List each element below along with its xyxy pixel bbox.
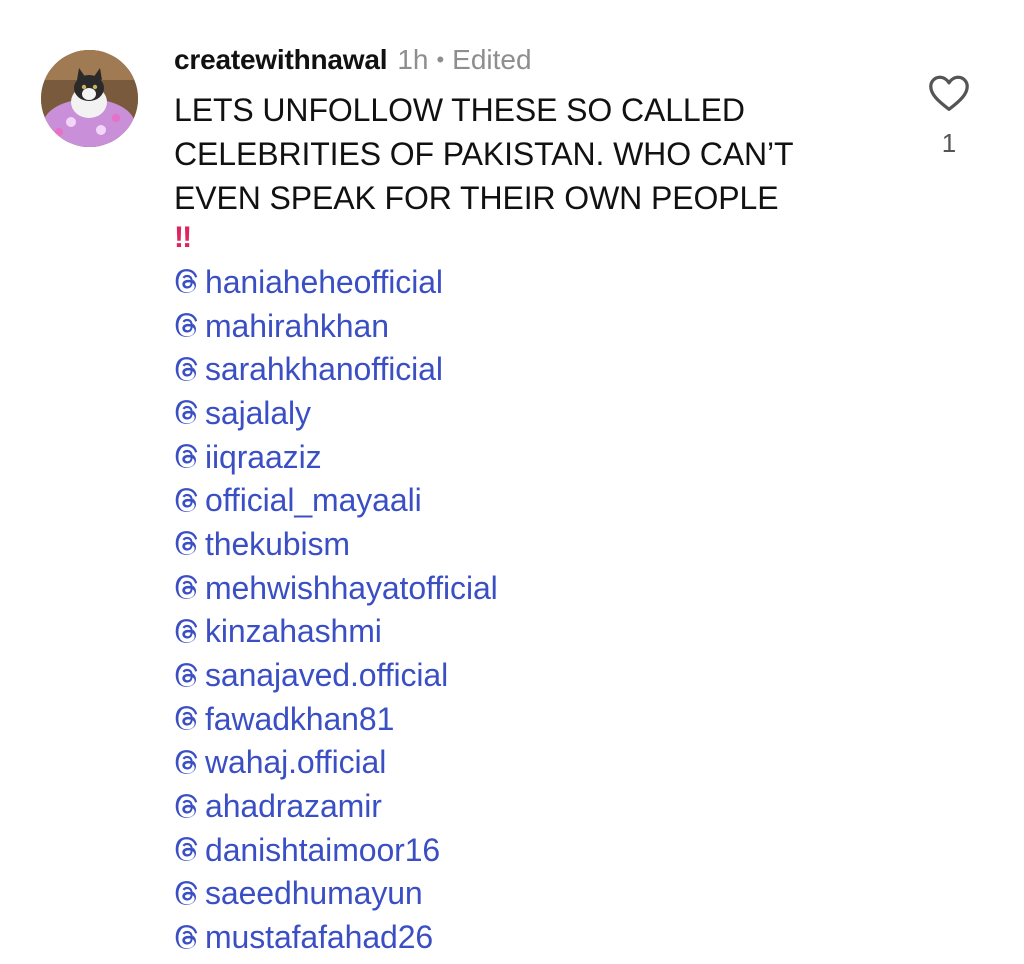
mention-handle: saeedhumayun [205,875,423,912]
comment-body: LETS UNFOLLOW THESE SO CALLED CELEBRITIE… [174,88,894,959]
mention-handle: mehwishhayatofficial [205,569,498,606]
comment-text-line: CELEBRITIES OF PAKISTAN. WHO CAN’T [174,136,794,172]
mention-link[interactable]: kinzahashmi [174,610,894,654]
threads-icon [175,531,198,556]
mention-link[interactable]: iiqraaziz [174,435,894,479]
mention-handle: sajalaly [205,394,311,431]
mention-handle: official_mayaali [205,482,422,519]
mention-handle: danishtaimoor16 [205,831,441,868]
mention-link[interactable]: danishtaimoor16 [174,828,894,872]
mention-handle: wahaj.official [205,744,387,781]
threads-icon [175,837,198,862]
mention-link[interactable]: official_mayaali [174,478,894,522]
threads-icon [175,400,198,425]
comment-text-line: LETS UNFOLLOW THESE SO CALLED [174,92,745,128]
mention-handle: ahadrazamir [205,788,382,825]
threads-icon [175,750,198,774]
threads-icon [175,706,198,731]
threads-icon [175,269,198,294]
threads-icon [175,575,198,600]
threads-icon [175,313,198,337]
username-link[interactable]: createwithnawal [174,44,388,76]
mention-link[interactable]: wahaj.official [174,741,894,785]
mention-handle: mustafafahad26 [205,919,434,956]
mention-handle: sanajaved.official [205,657,449,694]
mention-handle: sarahkhanofficial [205,351,443,388]
threads-icon [175,618,198,643]
heart-outline-icon [929,75,969,111]
mention-link[interactable]: saeedhumayun [174,872,894,916]
mention-handle: haniaheheofficial [205,263,443,300]
comment-meta: createwithnawal 1h • Edited [174,40,532,80]
cat-avatar-icon [41,50,138,147]
mention-link[interactable]: thekubism [174,522,894,566]
threads-icon [175,356,198,381]
mention-link[interactable]: sajalaly [174,391,894,435]
mention-link[interactable]: sarahkhanofficial [174,347,894,391]
user-avatar[interactable] [41,50,138,147]
mention-handle: kinzahashmi [205,613,382,650]
mention-link[interactable]: ahadrazamir [174,784,894,828]
like-count: 1 [941,128,957,158]
mention-handle: iiqraaziz [205,438,322,475]
mention-link[interactable]: mehwishhayatofficial [174,566,894,610]
threads-icon [175,662,198,687]
mention-link[interactable]: fawadkhan81 [174,697,894,741]
mention-link[interactable]: sanajaved.official [174,653,894,697]
edited-label: Edited [452,44,532,75]
threads-icon [175,487,198,512]
like-button[interactable] [926,70,972,116]
mention-list: haniaheheofficial mahirahkhan sarahkhanoff… [174,260,894,959]
threads-icon [175,793,198,818]
mention-link[interactable]: mahirahkhan [174,304,894,348]
threads-icon [175,881,198,905]
mention-handle: thekubism [205,525,350,562]
double-exclamation-emoji: ‼ [174,221,192,254]
comment-item: createwithnawal 1h • Edited LETS UNFOLLO… [0,0,1024,964]
comment-text-line: EVEN SPEAK FOR THEIR OWN PEOPLE [174,180,779,216]
threads-icon [175,444,198,468]
mention-link[interactable]: haniaheheofficial [174,260,894,304]
mention-link[interactable]: mustafafahad26 [174,915,894,959]
meta-separator: • [436,47,445,72]
mention-handle: fawadkhan81 [205,700,395,737]
timestamp: 1h [397,44,429,75]
mention-handle: mahirahkhan [205,307,389,344]
threads-icon [175,924,198,949]
